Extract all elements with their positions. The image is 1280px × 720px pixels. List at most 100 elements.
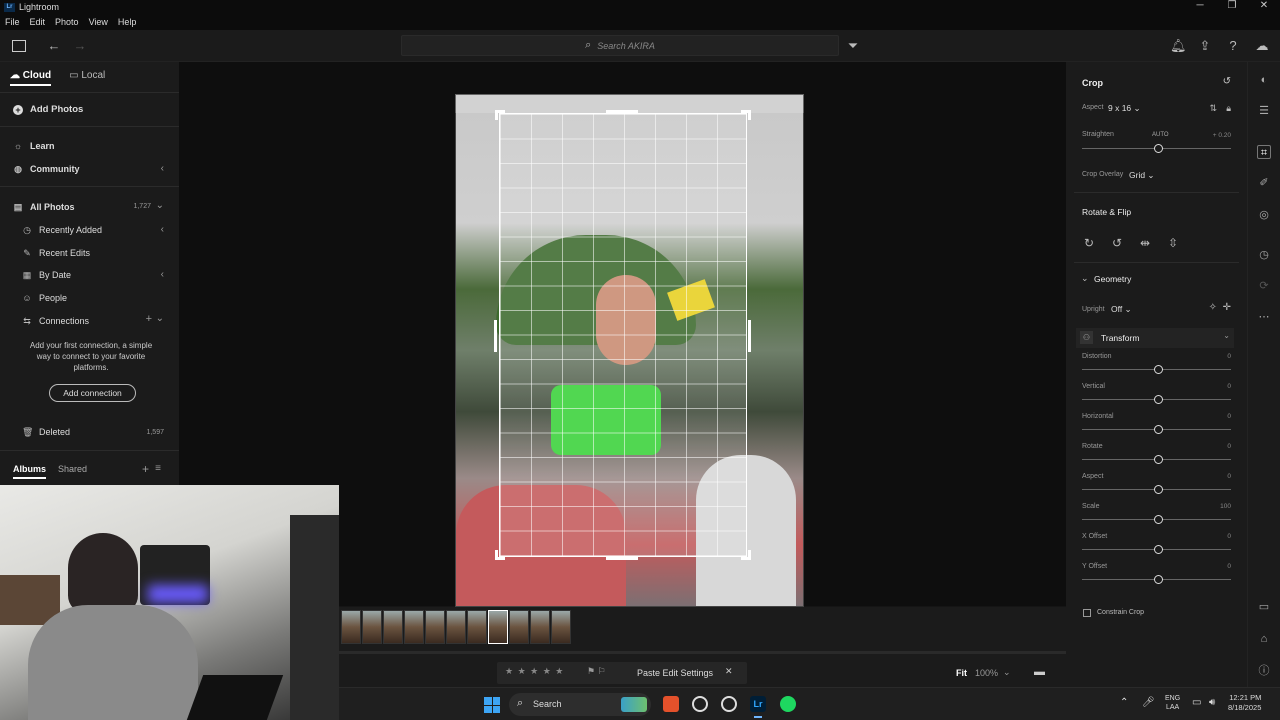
- filmstrip-thumbnail[interactable]: [530, 610, 550, 644]
- tab-albums[interactable]: Albums: [13, 464, 47, 479]
- horizontal-slider[interactable]: [1082, 425, 1231, 434]
- remix-icon[interactable]: ⟳: [1257, 279, 1271, 293]
- sidebar-item-by-date[interactable]: ▦ By Date: [22, 270, 71, 280]
- upright-dropdown[interactable]: Off ⌄: [1111, 304, 1132, 315]
- volume-icon[interactable]: 🔊︎: [1209, 697, 1215, 708]
- chevron-down-icon[interactable]: ⌄: [156, 313, 164, 324]
- sidebar-item-learn[interactable]: ☼ Learn: [13, 141, 55, 151]
- crop-handle-top[interactable]: [606, 110, 638, 113]
- constrain-crop-checkbox[interactable]: [1083, 609, 1091, 617]
- fit-button[interactable]: Fit: [956, 668, 967, 678]
- paste-edit-settings-button[interactable]: Paste Edit Settings: [637, 668, 713, 678]
- swap-orientation-icon[interactable]: ⇅: [1209, 103, 1217, 114]
- straighten-slider-knob[interactable]: [1154, 144, 1163, 153]
- add-connection-button[interactable]: Add connection: [49, 384, 136, 402]
- magic-wand-icon[interactable]: ✧: [1209, 302, 1217, 313]
- sidebar-item-connections[interactable]: ⇆ Connections: [22, 316, 89, 326]
- menu-view[interactable]: View: [89, 17, 108, 27]
- add-photos-button[interactable]: + Add Photos: [13, 104, 83, 115]
- crop-tool-icon[interactable]: ⌗: [1257, 145, 1271, 159]
- lock-icon[interactable]: 🔒︎: [1226, 103, 1231, 114]
- slider-value[interactable]: 100: [1220, 503, 1231, 510]
- flip-vertical-icon[interactable]: ⇳: [1168, 236, 1178, 250]
- filmstrip-scrollbar[interactable]: [339, 651, 1066, 654]
- chevron-left-icon[interactable]: ‹: [161, 269, 164, 280]
- menu-file[interactable]: File: [5, 17, 20, 27]
- filmstrip-thumbnail[interactable]: [467, 610, 487, 644]
- slider-knob[interactable]: [1154, 455, 1163, 464]
- rotate-ccw-icon[interactable]: ↺: [1112, 236, 1122, 250]
- masking-icon[interactable]: ◎: [1257, 208, 1271, 222]
- close-icon[interactable]: ✕: [725, 666, 733, 677]
- microphone-icon[interactable]: 🎤︎: [1142, 697, 1155, 708]
- help-icon[interactable]: ?: [1225, 38, 1241, 54]
- chevron-left-icon[interactable]: ‹: [161, 224, 164, 235]
- slider-knob[interactable]: [1154, 575, 1163, 584]
- geometry-title[interactable]: Geometry: [1094, 274, 1131, 284]
- star-rating[interactable]: ★ ★ ★ ★ ★: [505, 666, 564, 677]
- add-connection-plus-icon[interactable]: +: [146, 313, 152, 325]
- back-arrow-icon[interactable]: ←: [46, 38, 62, 54]
- slider-value[interactable]: 0: [1227, 413, 1231, 420]
- transform-chevron-icon[interactable]: ⌄: [1223, 331, 1230, 340]
- zoom-level[interactable]: 100%: [975, 668, 998, 678]
- minimize-button[interactable]: ─: [1184, 0, 1216, 11]
- flag-icon[interactable]: ⚑ ⚐: [587, 666, 606, 677]
- sidebar-item-recently-added[interactable]: ◷ Recently Added: [22, 225, 102, 235]
- slider-knob[interactable]: [1154, 515, 1163, 524]
- straighten-slider[interactable]: [1082, 144, 1231, 153]
- reset-icon[interactable]: ↺: [1223, 76, 1231, 87]
- spotify-icon[interactable]: [780, 696, 796, 712]
- info-icon[interactable]: ⓘ: [1257, 664, 1271, 678]
- zoom-chevron-down-icon[interactable]: ⌄: [1003, 667, 1011, 678]
- filmstrip-thumbnail[interactable]: [341, 610, 361, 644]
- taskbar-search-box[interactable]: ⌕ Search: [509, 693, 651, 716]
- y-offset-slider[interactable]: [1082, 575, 1231, 584]
- comments-icon[interactable]: ▭: [1257, 600, 1271, 614]
- menu-photo[interactable]: Photo: [55, 17, 79, 27]
- share-icon[interactable]: ⇪: [1197, 38, 1213, 54]
- slider-value[interactable]: 0: [1227, 473, 1231, 480]
- filmstrip-thumbnail[interactable]: [509, 610, 529, 644]
- chevron-down-icon[interactable]: ⌄: [156, 200, 164, 211]
- sidebar-item-people[interactable]: ☺ People: [22, 293, 67, 303]
- sidebar-item-deleted[interactable]: 🗑︎ Deleted: [22, 427, 70, 437]
- sidebar-item-all-photos[interactable]: ▤ All Photos: [13, 202, 75, 212]
- lightroom-taskbar-icon[interactable]: Lr: [750, 696, 766, 712]
- search-bar[interactable]: ⌕ Search AKIRA: [401, 35, 839, 56]
- healing-brush-icon[interactable]: ✐: [1257, 176, 1271, 190]
- crop-handle-top-right[interactable]: [741, 110, 751, 120]
- edit-presets-icon[interactable]: ◐: [1257, 73, 1271, 87]
- filmstrip-toggle-icon[interactable]: ▬: [1034, 666, 1045, 678]
- filmstrip-thumbnail[interactable]: [446, 610, 466, 644]
- more-options-icon[interactable]: ⋯: [1257, 310, 1271, 324]
- crop-overlay-dropdown[interactable]: Grid ⌄: [1129, 170, 1155, 181]
- forward-arrow-icon[interactable]: →: [72, 38, 88, 54]
- close-button[interactable]: ✕: [1248, 0, 1280, 11]
- panel-toggle-icon[interactable]: [12, 40, 26, 52]
- add-album-icon[interactable]: +: [142, 462, 149, 476]
- brave-browser-icon[interactable]: [663, 696, 679, 712]
- notification-bell-icon[interactable]: 🔔︎: [1170, 38, 1187, 54]
- geometry-chevron-icon[interactable]: ⌄: [1081, 273, 1089, 284]
- sidebar-item-community[interactable]: ◍ Community: [13, 164, 79, 174]
- crop-handle-top-left[interactable]: [495, 110, 505, 120]
- versions-icon[interactable]: ◷: [1257, 248, 1271, 262]
- filmstrip-thumbnail[interactable]: [362, 610, 382, 644]
- slider-knob[interactable]: [1154, 425, 1163, 434]
- language-indicator[interactable]: ENG LAA: [1165, 694, 1180, 712]
- tag-icon[interactable]: ⌂: [1257, 632, 1271, 646]
- slider-knob[interactable]: [1154, 395, 1163, 404]
- clock[interactable]: 12:21 PM 8/18/2025: [1228, 693, 1261, 713]
- obs-icon[interactable]: [721, 696, 737, 712]
- sidebar-item-recent-edits[interactable]: ✎ Recent Edits: [22, 248, 90, 258]
- distortion-slider[interactable]: [1082, 365, 1231, 374]
- filter-icon[interactable]: ⏷: [845, 38, 861, 54]
- filmstrip-thumbnail[interactable]: [404, 610, 424, 644]
- maximize-button[interactable]: ❐: [1216, 0, 1248, 11]
- cloud-icon[interactable]: ☁: [1254, 38, 1270, 54]
- aspect-dropdown[interactable]: 9 x 16 ⌄: [1108, 103, 1141, 114]
- slider-knob[interactable]: [1154, 485, 1163, 494]
- slider-value[interactable]: 0: [1227, 353, 1231, 360]
- filmstrip-thumbnail[interactable]: [551, 610, 571, 644]
